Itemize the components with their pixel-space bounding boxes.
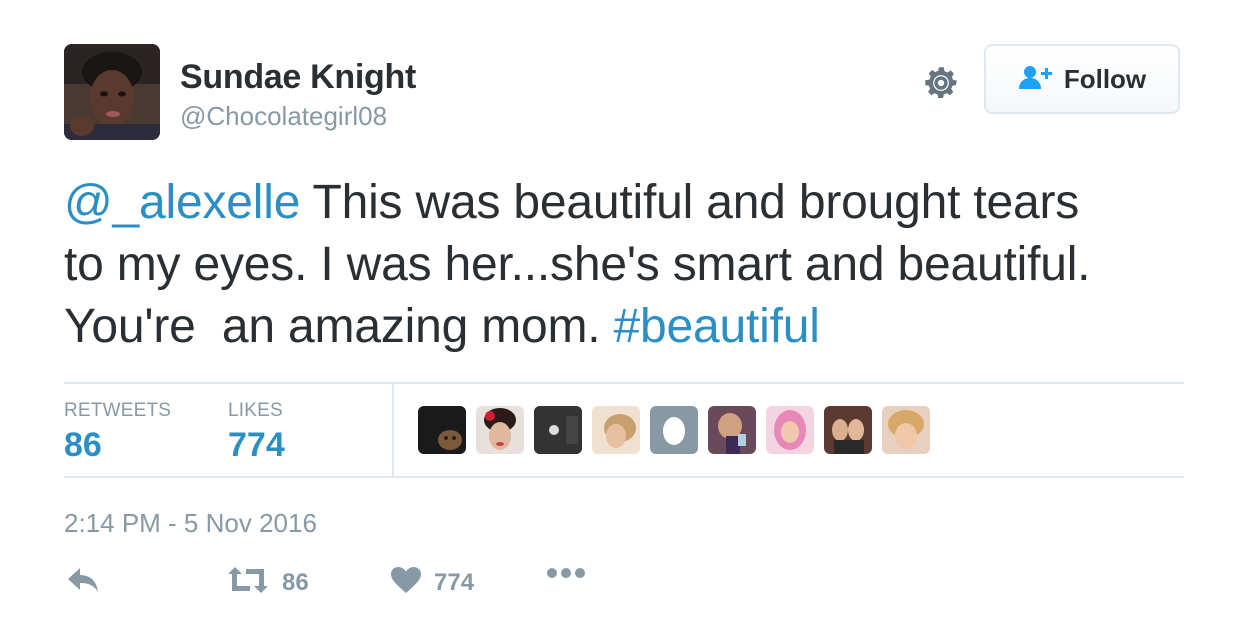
liker-avatar[interactable] [592, 406, 640, 454]
more-icon [546, 566, 586, 584]
like-button[interactable]: 774 [390, 566, 474, 599]
likes-count[interactable]: 774 [228, 426, 285, 465]
retweet-icon [226, 566, 270, 599]
tweet-hashtag-link[interactable]: #beautiful [614, 300, 820, 353]
liker-avatar[interactable] [766, 406, 814, 454]
follow-person-icon [1018, 64, 1054, 95]
follow-button-label: Follow [1063, 63, 1147, 94]
retweet-button[interactable]: 86 [226, 566, 309, 599]
reply-button[interactable] [66, 566, 100, 599]
liker-avatar[interactable] [476, 406, 524, 454]
likes-label: LIKES [228, 400, 283, 421]
user-handle[interactable]: @Chocolategirl08 [180, 101, 387, 132]
heart-icon [390, 566, 422, 599]
stats-vertical-divider [392, 384, 394, 476]
tweet-text-line2: to my eyes. I was her...she's smart and … [64, 238, 1091, 291]
user-avatar[interactable] [64, 44, 160, 140]
liker-avatar[interactable] [534, 406, 582, 454]
like-count: 774 [434, 568, 475, 596]
tweet-text-line1: This was beautiful and brought tears [300, 176, 1080, 229]
retweet-count: 86 [282, 568, 309, 596]
liker-avatar[interactable] [708, 406, 756, 454]
follow-button[interactable]: Follow [984, 44, 1180, 114]
tweet-text-line3: You're an amazing mom. [64, 300, 614, 353]
retweets-label: RETWEETS [64, 400, 172, 421]
more-button[interactable] [546, 566, 586, 584]
liker-avatar[interactable] [650, 406, 698, 454]
liker-avatar[interactable] [418, 406, 466, 454]
tweet-mention-link[interactable]: @_alexelle [64, 176, 300, 229]
liker-avatar[interactable] [824, 406, 872, 454]
retweets-count[interactable]: 86 [64, 426, 102, 465]
liker-avatar[interactable] [882, 406, 930, 454]
gear-icon[interactable] [920, 62, 962, 104]
stats-top-divider [64, 382, 1184, 384]
reply-icon [66, 566, 100, 599]
stats-bottom-divider [64, 476, 1184, 478]
avatar-image [64, 44, 160, 140]
user-display-name[interactable]: Sundae Knight [180, 58, 416, 97]
tweet-text: @_alexelle This was beautiful and brough… [64, 172, 1204, 358]
tweet-timestamp[interactable]: 2:14 PM - 5 Nov 2016 [64, 508, 317, 539]
